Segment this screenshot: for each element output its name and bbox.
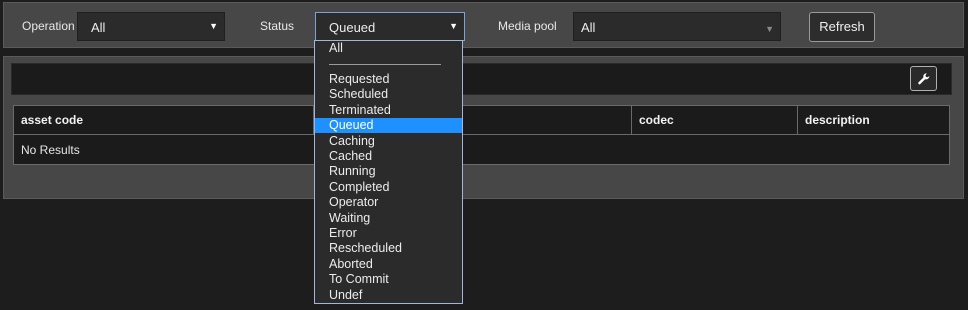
media-pool-label: Media pool: [498, 19, 557, 33]
panel-toolbar: [11, 63, 952, 95]
status-option-requested[interactable]: Requested: [315, 72, 462, 87]
results-table: asset code file path codec description N…: [13, 105, 950, 165]
triangle-down-icon: ▼: [765, 24, 774, 34]
status-select[interactable]: Queued ▼: [315, 12, 465, 41]
column-header-description[interactable]: description: [797, 105, 950, 135]
media-pool-select[interactable]: All ▼: [573, 12, 781, 41]
status-option-completed[interactable]: Completed: [315, 180, 462, 195]
status-option-aborted[interactable]: Aborted: [315, 257, 462, 272]
status-option-running[interactable]: Running: [315, 164, 462, 179]
column-header-codec[interactable]: codec: [631, 105, 798, 135]
status-option-operator[interactable]: Operator: [315, 195, 462, 210]
status-option-terminated[interactable]: Terminated: [315, 103, 462, 118]
status-dropdown-list: All Requested Scheduled Terminated Queued Ca…: [314, 40, 463, 304]
filter-bar: Operation All ▼ Status Queued ▼ Media po…: [3, 2, 964, 48]
results-panel: asset code file path codec description N…: [3, 56, 964, 199]
status-option-to-commit[interactable]: To Commit: [315, 272, 462, 287]
status-option-rescheduled[interactable]: Rescheduled: [315, 241, 462, 256]
dropdown-separator: [329, 64, 441, 65]
triangle-down-icon: ▼: [449, 21, 458, 31]
status-option-undef[interactable]: Undef: [315, 288, 462, 303]
operation-select-value: All: [91, 20, 106, 35]
table-header-row: asset code file path codec description: [13, 105, 950, 135]
operation-label: Operation: [22, 19, 75, 33]
status-option-waiting[interactable]: Waiting: [315, 211, 462, 226]
status-option-all[interactable]: All: [315, 41, 462, 56]
status-option-caching[interactable]: Caching: [315, 134, 462, 149]
status-option-queued[interactable]: Queued: [315, 118, 462, 134]
column-header-asset-code[interactable]: asset code: [13, 105, 314, 135]
status-option-scheduled[interactable]: Scheduled: [315, 87, 462, 102]
empty-results-message: No Results: [13, 134, 950, 165]
status-select-value: Queued: [329, 20, 376, 35]
refresh-button[interactable]: Refresh: [809, 12, 875, 42]
triangle-down-icon: ▼: [209, 21, 218, 31]
media-pool-select-value: All: [581, 20, 596, 35]
settings-button[interactable]: [910, 66, 937, 91]
wrench-icon: [918, 73, 930, 85]
status-label: Status: [260, 19, 295, 33]
table-row: No Results: [13, 134, 950, 165]
status-option-error[interactable]: Error: [315, 226, 462, 241]
status-option-cached[interactable]: Cached: [315, 149, 462, 164]
operation-select[interactable]: All ▼: [77, 12, 225, 41]
